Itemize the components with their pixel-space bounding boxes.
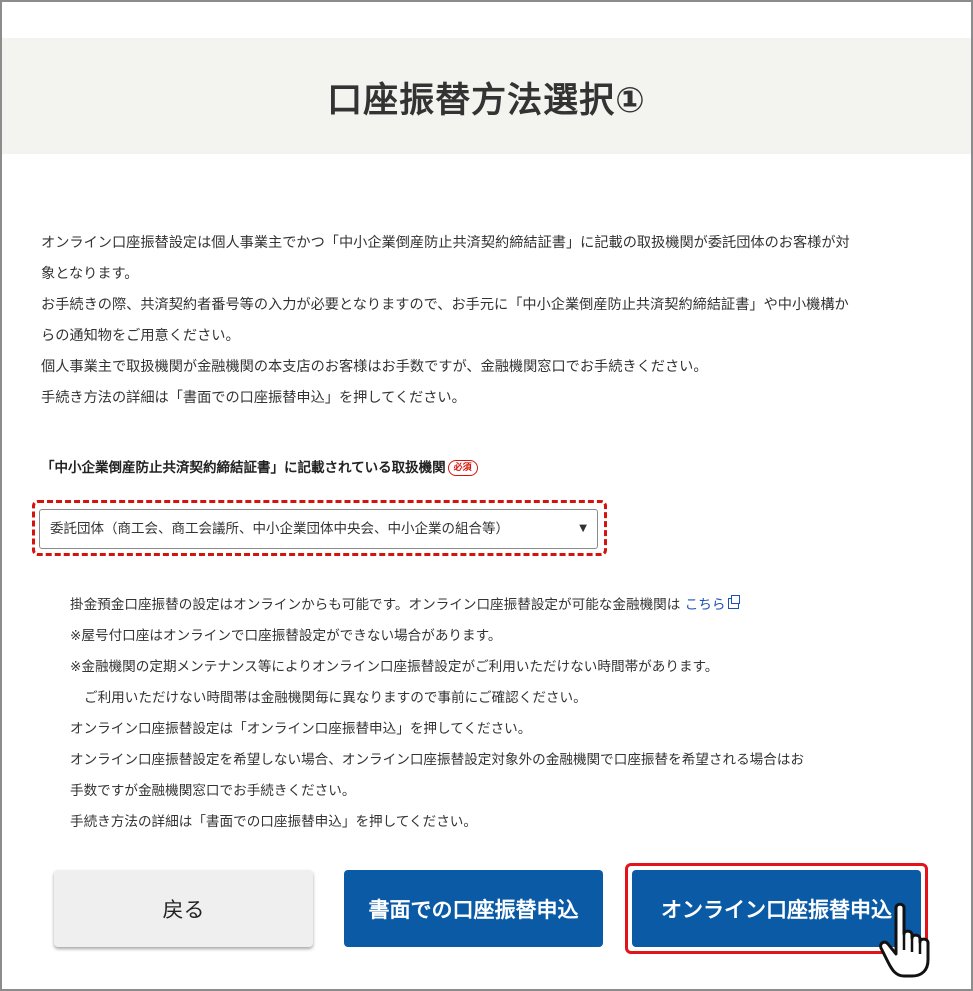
note-line: ご利用いただけない時間帯は金融機関毎に異なりますので事前にご確認ください。	[84, 690, 587, 706]
required-badge: 必須	[447, 460, 478, 476]
triangle-down-icon: ▼	[579, 523, 587, 534]
field-label-text: 「中小企業倒産防止共済契約締結証書」に記載されている取扱機関	[41, 460, 446, 476]
note-line: 掛金預金口座振替の設定はオンラインからも可能です。オンライン口座振替設定が可能な…	[70, 590, 930, 621]
note-line: 手数ですが金融機関窓口でお手続きください。	[70, 783, 356, 799]
here-link[interactable]: こちら	[685, 597, 726, 613]
handling-institution-select[interactable]: 委託団体（商工会、商工会議所、中小企業団体中央会、中小企業の組合等） ▼	[39, 509, 598, 549]
intro-line: らの通知物をご用意ください。	[41, 328, 240, 344]
paper-transfer-application-button[interactable]: 書面での口座振替申込	[344, 870, 603, 947]
back-button[interactable]: 戻る	[54, 870, 313, 947]
intro-line: 個人事業主で取扱機関が金融機関の本支店のお客様はお手数ですが、金融機関窓口でお手…	[41, 359, 708, 375]
intro-line: オンライン口座振替設定は個人事業主でかつ「中小企業倒産防止共済契約締結証書」に記…	[41, 235, 850, 251]
select-value: 委託団体（商工会、商工会議所、中小企業団体中央会、中小企業の組合等）	[50, 521, 509, 537]
notes-text: 掛金預金口座振替の設定はオンラインからも可能です。オンライン口座振替設定が可能な…	[70, 590, 930, 838]
note-line: ※金融機関の定期メンテナンス等によりオンライン口座振替設定がご利用いただけない時…	[70, 659, 719, 675]
note-line-text: 掛金預金口座振替の設定はオンラインからも可能です。オンライン口座振替設定が可能な…	[70, 597, 681, 613]
handling-institution-label: 「中小企業倒産防止共済契約締結証書」に記載されている取扱機関 必須	[41, 456, 478, 476]
note-line: 手続き方法の詳細は「書面での口座振替申込」を押してください。	[70, 814, 477, 830]
note-line: オンライン口座振替設定は「オンライン口座振替申込」を押してください。	[70, 721, 532, 737]
hand-pointer-icon	[879, 902, 930, 978]
intro-line: 象となります。	[41, 266, 139, 282]
external-link-icon	[728, 595, 741, 609]
note-line: オンライン口座振替設定を希望しない場合、オンライン口座振替設定対象外の金融機関で…	[70, 752, 805, 768]
intro-text: オンライン口座振替設定は個人事業主でかつ「中小企業倒産防止共済契約締結証書」に記…	[41, 228, 941, 414]
page-title: 口座振替方法選択①	[327, 81, 646, 121]
note-line: ※屋号付口座はオンラインで口座振替設定ができない場合があります。	[70, 628, 502, 644]
intro-line: 手続き方法の詳細は「書面での口座振替申込」を押してください。	[41, 390, 466, 406]
intro-line: お手続きの際、共済契約者番号等の入力が必要となりますので、お手元に「中小企業倒産…	[41, 297, 849, 313]
